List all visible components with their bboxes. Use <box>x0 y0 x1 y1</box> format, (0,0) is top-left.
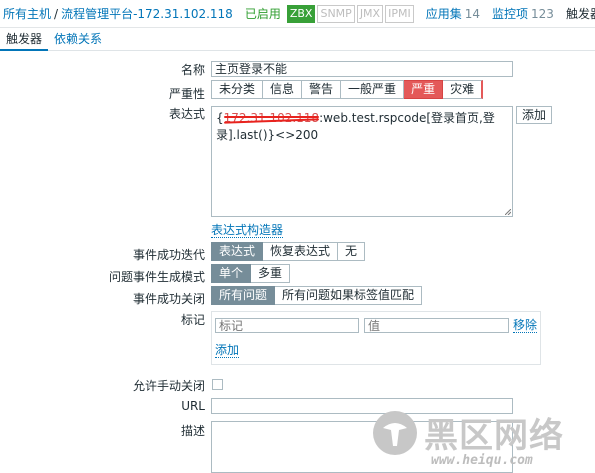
ok-event-none-option[interactable]: 无 <box>338 242 366 261</box>
watermark-logo-icon <box>373 410 417 455</box>
jmx-availability-badge: JMX <box>356 4 384 23</box>
ok-event-closes-selector: 所有问题 所有问题如果标签值匹配 <box>211 286 423 305</box>
manual-close-label: 允许手动关闭 <box>132 379 205 393</box>
severity-selector: 未分类 信息 警告 一般严重 严重 灾难 <box>211 80 484 99</box>
expression-key: :web.test.rspcode[登录首页,登 <box>319 111 495 125</box>
expression-line-2: 录].last()}<>200 <box>216 128 319 142</box>
zbx-availability-badge: ZBX <box>286 4 316 23</box>
remove-tag-link[interactable]: 移除 <box>513 318 538 333</box>
watermark-text: 黑区网络 <box>424 416 564 456</box>
expression-brace: { <box>216 111 224 125</box>
applications-link[interactable]: 应用集 14 <box>426 5 480 22</box>
applications-label: 应用集 <box>425 7 462 21</box>
host-breadcrumb-bar: 所有主机 / 流程管理平台-172.31.102.118 已启用 ZBX SNM… <box>0 0 595 28</box>
expression-line-1: {172.31.102.118:web.test.rspcode[登录首页,登 <box>216 110 508 127</box>
severity-warning[interactable]: 警告 <box>302 80 342 99</box>
url-label: URL <box>181 399 205 413</box>
snmp-availability-badge: SNMP <box>317 4 355 23</box>
tags-label: 标记 <box>180 313 205 327</box>
watermark-url: www.heiqu.com <box>431 453 533 468</box>
ipmi-availability-badge: IPMI <box>385 4 414 23</box>
tab-dependencies[interactable]: 依赖关系 <box>48 29 108 51</box>
expression-label: 表达式 <box>168 107 205 121</box>
ok-event-expression-option[interactable]: 表达式 <box>211 242 264 261</box>
host-link[interactable]: 流程管理平台-172.31.102.118 <box>61 5 233 22</box>
triggers-label: 触发器 <box>565 7 595 21</box>
ok-close-all-problems-option[interactable]: 所有问题 <box>211 286 276 305</box>
severity-information[interactable]: 信息 <box>263 80 303 99</box>
applications-count: 14 <box>464 7 481 21</box>
name-field[interactable]: 主页登录不能 <box>211 61 513 77</box>
problem-mode-label: 问题事件生成模式 <box>108 270 205 284</box>
problem-mode-multiple-option[interactable]: 多重 <box>251 264 291 283</box>
items-count: 123 <box>531 7 554 21</box>
site-watermark: 黑区网络 <box>372 408 564 457</box>
add-expression-button[interactable]: 添加 <box>516 106 553 124</box>
form-tabs: 触发器 依赖关系 <box>0 29 595 51</box>
add-tag-link[interactable]: 添加 <box>215 343 240 358</box>
tab-trigger[interactable]: 触发器 <box>0 29 49 51</box>
ok-event-closes-label: 事件成功关闭 <box>132 292 205 306</box>
expression-builder-link[interactable]: 表达式构造器 <box>211 223 284 238</box>
tag-name-input[interactable] <box>215 318 359 333</box>
expression-textarea[interactable]: {172.31.102.118:web.test.rspcode[登录首页,登 … <box>211 106 513 217</box>
triggers-link[interactable]: 触发器6 <box>566 5 595 22</box>
name-label: 名称 <box>180 63 205 77</box>
ok-event-recovery-option[interactable]: 恢复表达式 <box>263 242 339 261</box>
severity-not-classified[interactable]: 未分类 <box>211 80 264 99</box>
tag-value-input[interactable] <box>364 318 509 333</box>
breadcrumb-separator: / <box>54 6 59 21</box>
severity-disaster[interactable]: 灾难 <box>443 80 484 99</box>
ok-close-tag-match-option[interactable]: 所有问题如果标签值匹配 <box>275 286 423 305</box>
expression-host-redacted: 172.31.102.118 <box>223 111 320 125</box>
host-status[interactable]: 已启用 <box>245 5 281 22</box>
problem-mode-selector: 单个 多重 <box>211 264 291 283</box>
severity-high[interactable]: 严重 <box>404 80 444 99</box>
severity-label: 严重性 <box>168 87 205 101</box>
items-label: 监控项 <box>492 7 529 21</box>
resize-grip-icon[interactable] <box>505 209 511 215</box>
all-hosts-link[interactable]: 所有主机 <box>0 5 51 22</box>
problem-mode-single-option[interactable]: 单个 <box>211 264 252 283</box>
description-label: 描述 <box>180 424 205 438</box>
ok-event-generation-label: 事件成功迭代 <box>132 248 205 262</box>
manual-close-checkbox[interactable] <box>212 379 223 390</box>
ok-event-generation-selector: 表达式 恢复表达式 无 <box>211 242 366 261</box>
items-link[interactable]: 监控项 123 <box>492 5 554 22</box>
severity-average[interactable]: 一般严重 <box>341 80 405 99</box>
